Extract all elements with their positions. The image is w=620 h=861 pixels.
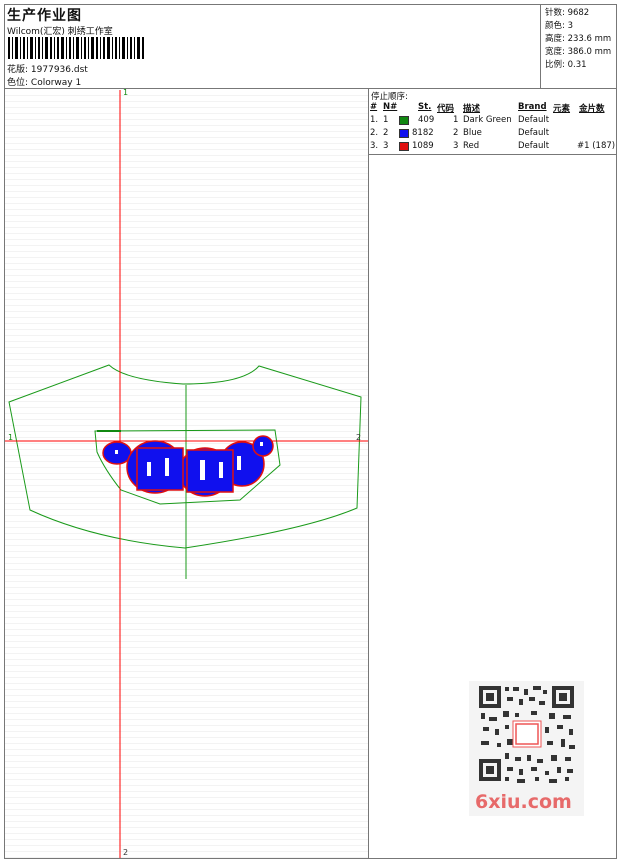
col-code: 代码 [437,104,455,114]
col-sequin: 金片数 [579,104,605,114]
embroidery-drawing [5,90,368,858]
stat-height: 高度: 233.6 mm [545,34,612,44]
embroidery-text [102,435,274,497]
header: 生产作业图 Wilcom(汇宏) 刺绣工作室 花版: 1977936.dst 色… [4,4,617,89]
stat-width: 宽度: 386.0 mm [545,47,612,57]
stats-panel: 针数: 9682 颜色: 3 高度: 233.6 mm 宽度: 386.0 mm… [540,4,617,88]
stop-sequence-panel: 停止顺序: # N# St. 代码 描述 Brand 元素 金片数 1. 1 4… [369,89,616,155]
page-title: 生产作业图 [7,8,82,24]
stop-sequence-title: 停止顺序: [371,92,408,102]
seal-stamp-icon [512,720,542,748]
colorway-value: Colorway 1 [30,78,82,88]
col-description: 描述 [463,104,481,114]
design-label: 花版: [7,65,29,75]
stat-scale: 比例: 0.31 [545,60,587,70]
barcode-image [8,37,144,59]
axis-left-label: 1 [8,433,14,442]
col-stitches: St. [418,102,432,112]
design-value: 1977936.dst [30,65,88,75]
col-number: N# [383,102,398,112]
col-index: # [370,102,378,112]
column-divider [368,89,369,859]
qr-watermark: 6xiu.com [469,681,584,816]
stop-row: 2. 2 8182 2 Blue Default [370,128,550,138]
col-brand: Brand [518,102,547,112]
color-swatch [399,116,409,125]
axis-bottom-label: 2 [123,848,129,857]
colorway-line: 色位: Colorway 1 [7,75,81,88]
company-name: Wilcom(汇宏) 刺绣工作室 [7,27,113,37]
stat-stitches: 针数: 9682 [545,8,590,18]
stop-row: 3. 3 1089 3 Red Default #1 (187) [370,141,616,151]
axis-top-label: 1 [123,88,129,97]
axis-right-label: 2 [356,433,362,442]
colorway-label: 色位: [7,78,29,88]
watermark-text: 6xiu.com [475,791,572,813]
color-swatch [399,129,409,138]
design-file-line: 花版: 1977936.dst [7,62,88,75]
col-element: 元素 [553,104,571,114]
color-swatch [399,142,409,151]
design-canvas: 1 2 1 2 [5,88,368,858]
stop-row: 1. 1 409 1 Dark Green Default [370,115,550,125]
stat-colors: 颜色: 3 [545,21,573,31]
